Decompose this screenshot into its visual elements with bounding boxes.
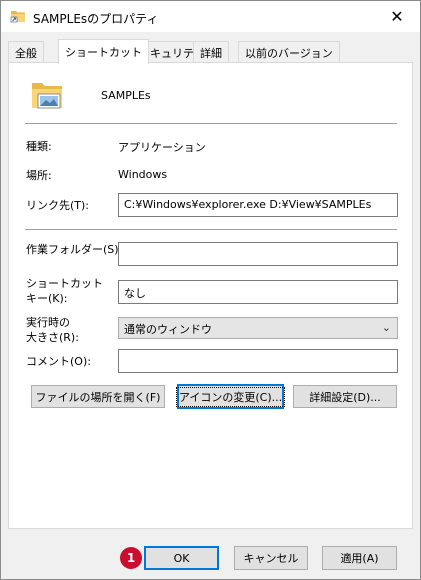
change-icon-label: アイコンの変更(C)...	[175, 386, 286, 407]
target-input[interactable]: C:¥Windows¥explorer.exe D:¥View¥SAMPLEs	[118, 193, 398, 217]
run-label-line1: 実行時の	[26, 316, 70, 329]
change-icon-button[interactable]: アイコンの変更(C)...	[175, 384, 286, 409]
tab-shortcut[interactable]: ショートカット	[58, 39, 149, 64]
run-size-select[interactable]: 通常のウィンドウ ⌄	[118, 317, 398, 339]
tab-details[interactable]: 詳細	[193, 41, 229, 63]
divider	[25, 229, 397, 230]
open-file-location-button[interactable]: ファイルの場所を開く(F)	[31, 385, 165, 408]
hotkey-label-line2: キー(K):	[26, 292, 68, 305]
folder-shortcut-icon	[10, 11, 25, 23]
properties-window: SAMPLEsのプロパティ ✕ 全般 ショートカット セキュリティ 詳細 以前の…	[0, 0, 421, 580]
annotation-badge: 1	[120, 547, 142, 569]
advanced-button[interactable]: 詳細設定(D)...	[293, 385, 397, 408]
type-label: 種類:	[26, 140, 52, 153]
cancel-button[interactable]: キャンセル	[234, 546, 308, 570]
ok-label: OK	[173, 551, 190, 565]
ok-button[interactable]: OK	[144, 546, 219, 570]
open-file-location-label: ファイルの場所を開く(F)	[35, 390, 161, 404]
window-title: SAMPLEsのプロパティ	[33, 12, 159, 26]
shortcut-name: SAMPLEs	[101, 89, 151, 102]
folder-icon	[32, 83, 62, 109]
location-label: 場所:	[26, 169, 52, 182]
hotkey-label-line1: ショートカット	[26, 277, 103, 290]
run-label-line2: 大きさ(R):	[26, 331, 79, 344]
tab-general[interactable]: 全般	[8, 41, 44, 63]
target-label: リンク先(T):	[26, 199, 90, 212]
tab-previous-versions[interactable]: 以前のバージョン	[238, 41, 340, 63]
comment-label: コメント(O):	[26, 355, 91, 368]
title-bar: SAMPLEsのプロパティ ✕	[1, 1, 420, 32]
chevron-down-icon: ⌄	[381, 321, 391, 334]
run-size-value: 通常のウィンドウ	[124, 323, 212, 336]
location-value: Windows	[118, 168, 168, 181]
apply-button[interactable]: 適用(A)	[322, 546, 397, 570]
hotkey-input[interactable]: なし	[118, 280, 398, 304]
comment-input[interactable]	[118, 349, 398, 373]
advanced-label: 詳細設定(D)...	[309, 390, 381, 404]
start-in-label: 作業フォルダー(S):	[26, 243, 123, 256]
close-button[interactable]: ✕	[374, 1, 420, 32]
apply-label: 適用(A)	[340, 552, 379, 565]
shortcut-panel: SAMPLEs 種類: アプリケーション 場所: Windows リンク先(T)…	[8, 62, 413, 529]
type-value: アプリケーション	[118, 141, 206, 154]
cancel-label: キャンセル	[243, 552, 299, 565]
start-in-input[interactable]	[118, 242, 398, 266]
close-icon: ✕	[390, 7, 404, 26]
divider	[25, 123, 397, 124]
